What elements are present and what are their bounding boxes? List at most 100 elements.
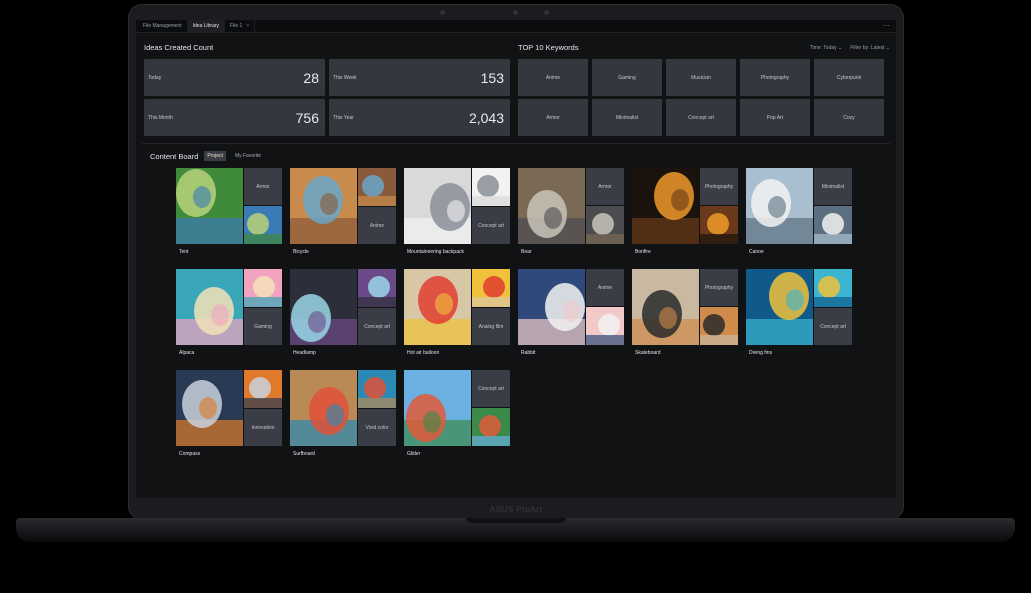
card-image[interactable] <box>404 370 471 446</box>
content-card[interactable]: Concept art Mountaineering backpack <box>404 168 510 258</box>
card-image[interactable] <box>176 168 243 244</box>
card-thumbnail[interactable] <box>472 168 510 206</box>
keyword-tile[interactable]: Pop Art <box>740 99 810 136</box>
card-thumbnail[interactable] <box>586 307 624 345</box>
card-keyword-tag[interactable]: Gaming <box>244 308 282 345</box>
content-card[interactable]: Photography Skateboard <box>632 269 738 359</box>
sort-filter-dropdown[interactable]: Filter by: Latest ⌄ <box>850 45 890 51</box>
card-title: Rabbit <box>521 350 536 356</box>
card-thumbnail[interactable] <box>700 307 738 345</box>
card-keyword-tag[interactable]: Concept art <box>814 308 852 345</box>
keyword-tile[interactable]: Photography <box>740 59 810 96</box>
stat-label: This Month <box>148 114 173 121</box>
card-title: Bonfire <box>635 249 651 255</box>
card-title: Headlamp <box>293 350 316 356</box>
card-keyword-tag[interactable]: Minimalist <box>814 168 852 205</box>
content-card[interactable]: Minimalist Canoe <box>746 168 852 258</box>
card-keyword-tag[interactable]: Anime <box>586 269 624 306</box>
time-filter-dropdown[interactable]: Time: Today ⌄ <box>810 45 843 51</box>
stat-today: Today 28 <box>144 59 325 96</box>
card-image[interactable] <box>518 269 585 345</box>
card-keyword-tag[interactable]: Analog film <box>472 308 510 345</box>
content-card[interactable]: Innovation Compass <box>176 370 282 460</box>
card-keyword-tag[interactable]: Anime <box>358 207 396 244</box>
content-card[interactable]: Gaming Alpaca <box>176 269 282 359</box>
content-card[interactable]: Photography Bonfire <box>632 168 738 258</box>
content-card[interactable]: Concept art Glider <box>404 370 510 460</box>
content-card[interactable]: Armor Bear <box>518 168 624 258</box>
card-image[interactable] <box>518 168 585 244</box>
stat-this-week: This Week 153 <box>329 59 510 96</box>
card-image[interactable] <box>404 168 471 244</box>
keyword-tile[interactable]: Concept art <box>666 99 736 136</box>
tab-label: Idea Library <box>192 23 220 29</box>
card-image[interactable] <box>290 168 357 244</box>
content-card[interactable]: Vivid color Surfboard <box>290 370 396 460</box>
card-thumbnail[interactable] <box>472 408 510 446</box>
card-thumbnail[interactable] <box>244 269 282 307</box>
card-keyword-tag[interactable]: Armor <box>586 168 624 205</box>
card-keyword-tag[interactable]: Vivid color <box>358 409 396 446</box>
tab-idea-library[interactable]: Idea Library <box>187 20 226 32</box>
content-card[interactable]: Anime Rabbit <box>518 269 624 359</box>
tab-label: File Management <box>143 23 182 29</box>
card-thumbnail[interactable] <box>244 206 282 244</box>
card-thumbnail[interactable] <box>358 269 396 307</box>
tab-file-management[interactable]: File Management <box>138 20 188 32</box>
ideas-count-title: Ideas Created Count <box>144 43 214 52</box>
keyword-tile[interactable]: Minimalist <box>592 99 662 136</box>
content-card[interactable]: Concept art Headlamp <box>290 269 396 359</box>
content-board-header: Content Board Project My Favorite <box>150 151 264 161</box>
card-title: Glider <box>407 451 421 457</box>
card-image[interactable] <box>290 269 357 345</box>
card-keyword-tag[interactable]: Concept art <box>358 308 396 345</box>
content-card[interactable]: Analog film Hot air balloon <box>404 269 510 359</box>
tab-my-favorite[interactable]: My Favorite <box>232 151 264 161</box>
card-title: Surfboard <box>293 451 315 457</box>
card-title: Bicycle <box>293 249 309 255</box>
card-keyword-tag[interactable]: Concept art <box>472 207 510 244</box>
keyword-tile[interactable]: Anime <box>518 59 588 96</box>
keyword-tile[interactable]: Musician <box>666 59 736 96</box>
card-thumbnail[interactable] <box>814 206 852 244</box>
content-card[interactable]: Anime Bicycle <box>290 168 396 258</box>
brand-logo: ASUS ProArt <box>489 505 543 514</box>
keyword-tile[interactable]: Gaming <box>592 59 662 96</box>
card-thumbnail[interactable] <box>244 370 282 408</box>
keyword-tile[interactable]: Cyberpunk <box>814 59 884 96</box>
keywords-title: TOP 10 Keywords <box>518 43 579 52</box>
card-image[interactable] <box>746 269 813 345</box>
card-title: Skateboard <box>635 350 661 356</box>
keyword-tile[interactable]: Cozy <box>814 99 884 136</box>
card-keyword-tag[interactable]: Innovation <box>244 409 282 446</box>
more-options-icon[interactable]: ⋯ <box>883 22 890 30</box>
card-thumbnail[interactable] <box>472 269 510 307</box>
stat-label: This Week <box>333 74 357 81</box>
card-thumbnail[interactable] <box>358 370 396 408</box>
tab-file-1[interactable]: File 1 × <box>225 20 256 32</box>
close-icon[interactable]: × <box>246 23 249 29</box>
card-thumbnail[interactable] <box>814 269 852 307</box>
card-thumbnail[interactable] <box>358 168 396 206</box>
content-card[interactable]: Concept art Diving fins <box>746 269 852 359</box>
card-thumbnail[interactable] <box>586 206 624 244</box>
card-keyword-tag[interactable]: Photography <box>700 168 738 205</box>
keyword-tile[interactable]: Armor <box>518 99 588 136</box>
card-keyword-tag[interactable]: Armor <box>244 168 282 205</box>
tab-project[interactable]: Project <box>204 151 226 161</box>
card-keyword-tag[interactable]: Photography <box>700 269 738 306</box>
card-image[interactable] <box>176 269 243 345</box>
card-thumbnail[interactable] <box>700 206 738 244</box>
stat-value: 756 <box>295 109 319 126</box>
card-image[interactable] <box>746 168 813 244</box>
card-image[interactable] <box>176 370 243 446</box>
card-keyword-tag[interactable]: Concept art <box>472 370 510 407</box>
card-image[interactable] <box>632 269 699 345</box>
card-title: Canoe <box>749 249 764 255</box>
card-image[interactable] <box>632 168 699 244</box>
card-image[interactable] <box>290 370 357 446</box>
keyword-filters: Time: Today ⌄ Filter by: Latest ⌄ <box>810 45 890 51</box>
card-image[interactable] <box>404 269 471 345</box>
content-card[interactable]: Armor Tent <box>176 168 282 258</box>
stat-label: Today <box>148 74 162 81</box>
